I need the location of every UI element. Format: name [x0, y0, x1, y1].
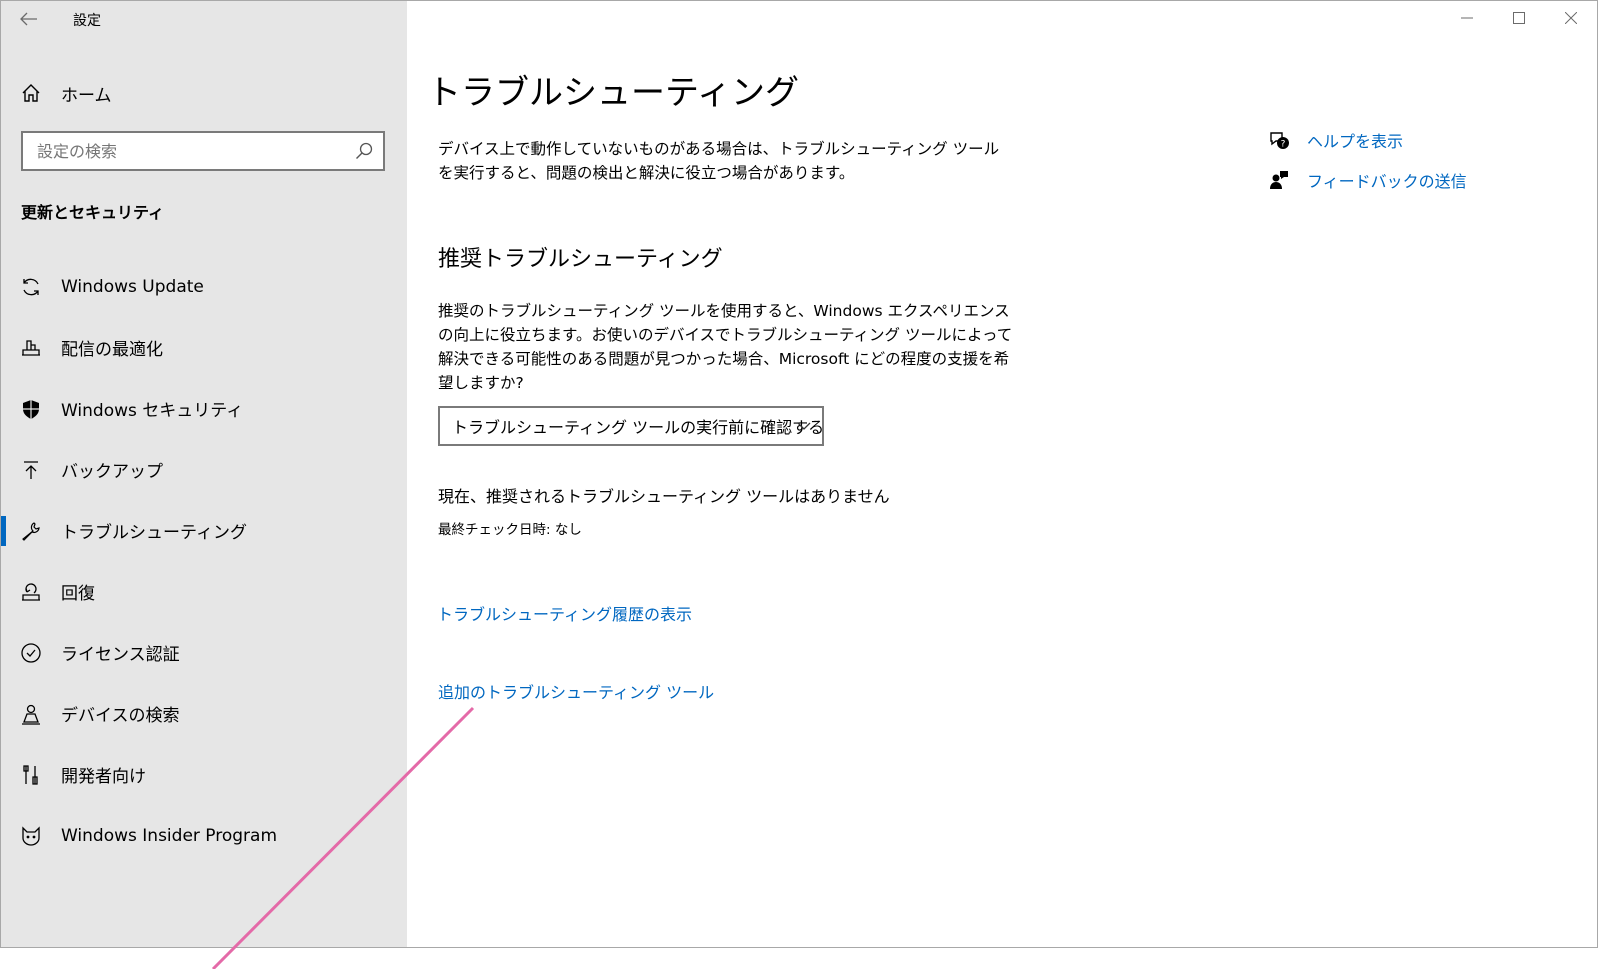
check-circle-icon	[19, 641, 43, 665]
sidebar-item-label: バックアップ	[61, 462, 163, 482]
sidebar-item-label: ライセンス認証	[61, 645, 180, 665]
feedback-person-icon	[1267, 168, 1291, 192]
sidebar-item-home[interactable]: ホーム	[19, 77, 112, 109]
sidebar-item-recovery[interactable]: 回復	[1, 561, 407, 622]
sync-icon	[19, 275, 43, 299]
close-icon	[1565, 12, 1577, 24]
sidebar-item-label: Windows Update	[61, 276, 204, 297]
person-location-icon	[19, 702, 43, 726]
sidebar-item-insider[interactable]: Windows Insider Program	[1, 805, 407, 866]
recommended-heading: 推奨トラブルシューティング	[438, 247, 723, 272]
main-content: トラブルシューティング デバイス上で動作していないものがある場合は、トラブルシュ…	[407, 1, 1597, 947]
upload-arrow-icon	[19, 458, 43, 482]
dropdown-value: トラブルシューティング ツールの実行前に確認する	[452, 418, 825, 437]
page-title: トラブルシューティング	[427, 73, 799, 113]
recommended-description: 推奨のトラブルシューティング ツールを使用すると、Windows エクスペリエン…	[438, 302, 1013, 392]
delivery-optimization-icon	[19, 336, 43, 360]
sidebar-item-label: 開発者向け	[61, 767, 146, 787]
sidebar-item-developers[interactable]: 開発者向け	[1, 744, 407, 805]
svg-text:?: ?	[1281, 140, 1286, 150]
back-button[interactable]	[15, 5, 43, 33]
settings-window: 設定 ホーム 更新とセキュリティ Windows Update	[0, 0, 1598, 948]
sidebar-item-label: ホーム	[61, 85, 112, 106]
close-button[interactable]	[1545, 1, 1597, 35]
help-row[interactable]: ? ヘルプを表示	[1267, 125, 1467, 155]
help-chat-icon: ?	[1267, 128, 1291, 152]
wrench-icon	[19, 519, 43, 543]
feedback-row[interactable]: フィードバックの送信	[1267, 165, 1467, 195]
recommended-status: 現在、推奨されるトラブルシューティング ツールはありません	[438, 487, 890, 506]
sidebar-item-windows-security[interactable]: Windows セキュリティ	[1, 378, 407, 439]
sidebar-item-troubleshoot[interactable]: トラブルシューティング	[1, 500, 407, 561]
chevron-down-icon	[797, 422, 811, 430]
home-icon	[19, 81, 43, 105]
sidebar-item-delivery-optimization[interactable]: 配信の最適化	[1, 317, 407, 378]
recommended-troubleshoot-dropdown[interactable]: トラブルシューティング ツールの実行前に確認する	[438, 406, 824, 446]
sidebar-item-label: デバイスの検索	[61, 706, 180, 726]
minimize-icon	[1461, 17, 1473, 19]
section-heading: 更新とセキュリティ	[21, 203, 165, 222]
feedback-link[interactable]: フィードバックの送信	[1307, 168, 1467, 192]
search-box[interactable]	[21, 131, 385, 171]
related-links: ? ヘルプを表示 フィードバックの送信	[1267, 125, 1467, 205]
maximize-button[interactable]	[1493, 1, 1545, 35]
sidebar-item-activation[interactable]: ライセンス認証	[1, 622, 407, 683]
sidebar-item-backup[interactable]: バックアップ	[1, 439, 407, 500]
search-icon[interactable]	[355, 142, 373, 160]
window-controls	[1441, 1, 1597, 35]
insider-cat-icon	[19, 824, 43, 848]
additional-troubleshooters-link[interactable]: 追加のトラブルシューティング ツール	[438, 679, 714, 703]
sidebar-item-label: 回復	[61, 584, 95, 604]
sidebar-item-label: 配信の最適化	[61, 340, 163, 360]
last-check-timestamp: 最終チェック日時: なし	[438, 522, 582, 538]
help-link[interactable]: ヘルプを表示	[1307, 128, 1403, 152]
sidebar-item-windows-update[interactable]: Windows Update	[1, 256, 407, 317]
sidebar-item-find-device[interactable]: デバイスの検索	[1, 683, 407, 744]
page-description: デバイス上で動作していないものがある場合は、トラブルシューティング ツールを実行…	[438, 140, 1000, 182]
sidebar-item-label: Windows セキュリティ	[61, 401, 244, 421]
search-input[interactable]	[23, 140, 349, 162]
sidebar-item-label: トラブルシューティング	[61, 523, 247, 543]
sidebar: 設定 ホーム 更新とセキュリティ Windows Update	[1, 1, 407, 947]
minimize-button[interactable]	[1441, 1, 1493, 35]
shield-icon	[19, 397, 43, 421]
sidebar-nav-list: Windows Update 配信の最適化 Windows セキュリティ バック…	[1, 256, 407, 866]
troubleshoot-history-link[interactable]: トラブルシューティング履歴の表示	[437, 601, 692, 625]
sidebar-item-label: Windows Insider Program	[61, 825, 278, 846]
app-title: 設定	[73, 13, 101, 29]
recovery-icon	[19, 580, 43, 604]
maximize-icon	[1513, 12, 1525, 24]
back-arrow-icon	[20, 12, 37, 26]
developer-tools-icon	[19, 763, 43, 787]
